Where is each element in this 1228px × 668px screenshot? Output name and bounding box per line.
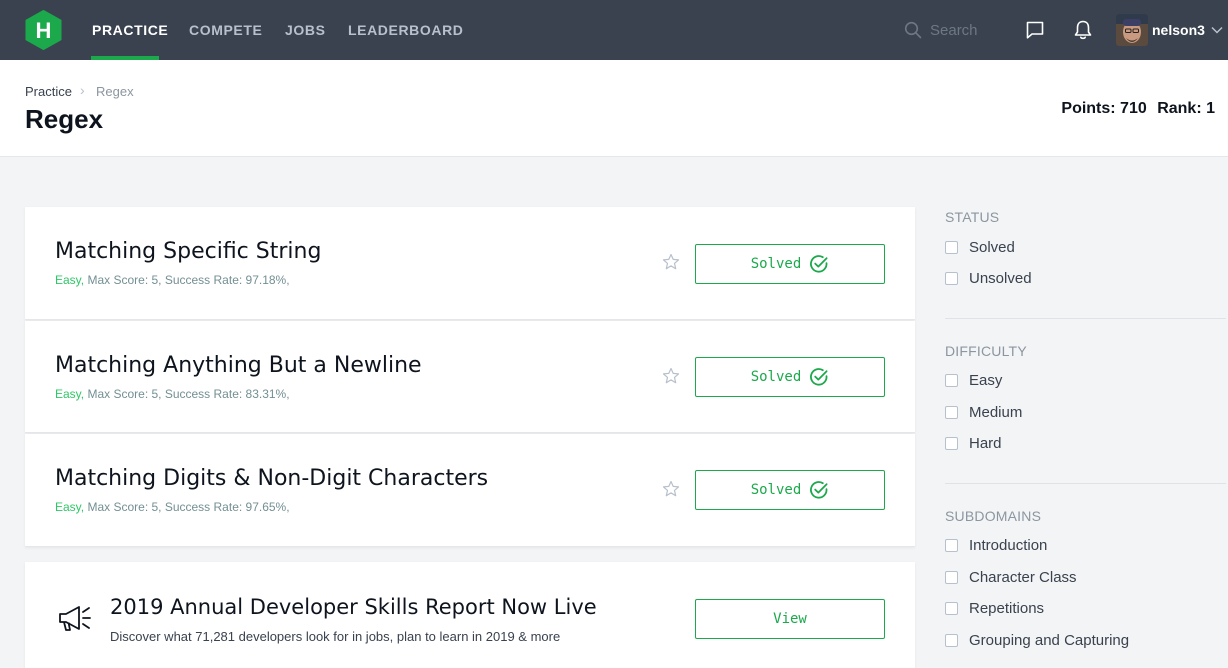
filter-label: Solved (969, 238, 1015, 256)
solved-button-label: Solved (750, 482, 802, 498)
search-input[interactable] (930, 18, 1000, 42)
promo-description: Discover what 71,281 developers look for… (110, 629, 561, 644)
filter-label: Medium (969, 403, 1023, 421)
search-box[interactable] (904, 18, 1004, 42)
svg-text:H: H (36, 18, 52, 43)
checkbox[interactable] (945, 271, 958, 285)
breadcrumb-practice[interactable]: Practice (25, 84, 72, 99)
challenge-meta: Easy, Max Score: 5, Success Rate: 83.31%… (55, 387, 290, 401)
filter-character-class[interactable]: Character Class (945, 567, 1077, 587)
top-navigation: H PRACTICE COMPETE JOBS LEADERBOARD nels… (0, 0, 1228, 60)
difficulty-label: Easy, (55, 500, 85, 514)
filter-label: Introduction (969, 536, 1048, 554)
nav-leaderboard[interactable]: LEADERBOARD (348, 0, 464, 60)
filter-grouping-and-capturing[interactable]: Grouping and Capturing (945, 630, 1129, 650)
megaphone-icon (59, 606, 91, 631)
star-icon[interactable] (662, 253, 680, 271)
filter-easy[interactable]: Easy (945, 370, 1002, 390)
breadcrumb-regex: Regex (96, 84, 134, 99)
solved-button[interactable]: Solved (695, 470, 885, 510)
filter-solved[interactable]: Solved (945, 237, 1015, 257)
page-header: Practice › Regex Regex Points: 710 Rank:… (0, 60, 1228, 157)
filter-label: Character Class (969, 568, 1077, 586)
star-icon[interactable] (662, 367, 680, 385)
filter-heading-status: STATUS (945, 209, 1000, 225)
challenge-card: Matching Digits & Non-Digit Characters E… (25, 434, 915, 547)
hackerrank-logo-icon[interactable]: H (25, 10, 62, 50)
filter-unsolved[interactable]: Unsolved (945, 268, 1032, 288)
page-title: Regex (25, 104, 104, 134)
divider (945, 483, 1226, 484)
difficulty-label: Easy, (55, 387, 85, 401)
checkbox[interactable] (945, 633, 958, 647)
search-icon (904, 21, 922, 39)
promo-card: 2019 Annual Developer Skills Report Now … (25, 562, 915, 668)
checkbox[interactable] (945, 570, 958, 584)
check-circle-icon (810, 368, 828, 386)
filter-repetitions[interactable]: Repetitions (945, 598, 1044, 618)
checkbox[interactable] (945, 405, 958, 419)
challenge-title[interactable]: Matching Digits & Non-Digit Characters (55, 466, 488, 491)
difficulty-label: Easy, (55, 273, 85, 287)
challenge-meta: Easy, Max Score: 5, Success Rate: 97.65%… (55, 500, 290, 514)
filter-heading-difficulty: DIFFICULTY (945, 343, 1027, 359)
checkbox[interactable] (945, 601, 958, 615)
points-label: Points: 710 (1061, 100, 1147, 117)
filter-introduction[interactable]: Introduction (945, 535, 1047, 555)
check-circle-icon (810, 255, 828, 273)
username: nelson3 (1152, 22, 1205, 38)
promo-title: 2019 Annual Developer Skills Report Now … (110, 595, 597, 619)
rank-label: Rank: 1 (1157, 100, 1215, 117)
challenge-title[interactable]: Matching Anything But a Newline (55, 353, 422, 378)
filter-label: Grouping and Capturing (969, 631, 1130, 649)
challenge-stats: Max Score: 5, Success Rate: 83.31%, (87, 387, 290, 401)
score-summary: Points: 710 Rank: 1 (1055, 100, 1215, 118)
challenge-card: Matching Specific String Easy, Max Score… (25, 207, 915, 320)
avatar (1116, 14, 1148, 46)
challenge-stats: Max Score: 5, Success Rate: 97.18%, (87, 273, 290, 287)
solved-button[interactable]: Solved (695, 357, 885, 397)
solved-button-label: Solved (750, 256, 802, 272)
star-icon[interactable] (662, 480, 680, 498)
filter-heading-subdomains: SUBDOMAINS (945, 508, 1042, 524)
nav-compete[interactable]: COMPETE (189, 0, 262, 60)
breadcrumb-separator-icon: › (80, 82, 85, 98)
nav-jobs[interactable]: JOBS (285, 0, 326, 60)
check-circle-icon (810, 481, 828, 499)
view-button[interactable]: View (695, 599, 885, 639)
filter-label: Unsolved (969, 269, 1032, 287)
checkbox[interactable] (945, 436, 958, 450)
filter-hard[interactable]: Hard (945, 433, 1002, 453)
nav-practice[interactable]: PRACTICE (92, 0, 168, 60)
challenge-stats: Max Score: 5, Success Rate: 97.65%, (87, 500, 290, 514)
filter-label: Hard (969, 434, 1002, 452)
checkbox[interactable] (945, 240, 958, 254)
filter-medium[interactable]: Medium (945, 402, 1022, 422)
notification-bell-icon[interactable] (1073, 19, 1093, 41)
filter-label: Repetitions (969, 599, 1045, 617)
checkbox[interactable] (945, 373, 958, 387)
solved-button[interactable]: Solved (695, 244, 885, 284)
filter-label: Easy (969, 371, 1003, 389)
checkbox[interactable] (945, 538, 958, 552)
challenge-card: Matching Anything But a Newline Easy, Ma… (25, 321, 915, 433)
challenge-meta: Easy, Max Score: 5, Success Rate: 97.18%… (55, 273, 290, 287)
challenge-title[interactable]: Matching Specific String (55, 239, 321, 264)
chat-icon[interactable] (1025, 20, 1045, 40)
solved-button-label: Solved (750, 369, 802, 385)
chevron-down-icon (1211, 26, 1223, 34)
divider (945, 318, 1226, 319)
